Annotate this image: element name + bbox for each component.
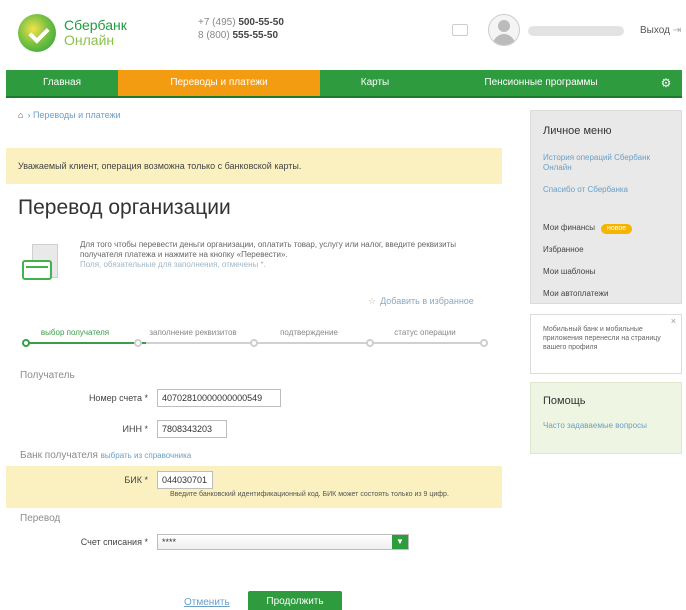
sberbank-logo[interactable]: Сбербанк Онлайн (18, 14, 127, 52)
continue-button[interactable]: Продолжить (248, 591, 342, 610)
intro-description: Для того чтобы перевести деньги организа… (80, 240, 457, 259)
choose-from-directory-link[interactable]: выбрать из справочника (101, 451, 192, 460)
personal-menu: Личное меню История операций Сбербанк Он… (530, 110, 682, 304)
user-name-blurred[interactable] (528, 26, 624, 36)
progress-steps: выбор получателя заполнение реквизитов п… (18, 324, 490, 354)
inn-input[interactable] (157, 420, 227, 438)
logo-line-2: Онлайн (64, 32, 115, 48)
recipient-section-title: Получатель (20, 370, 75, 381)
step-dot (250, 339, 258, 347)
inn-label: ИНН * (122, 424, 149, 434)
bik-label: БИК * (124, 475, 148, 485)
account-number-label: Номер счета * (88, 393, 148, 403)
sidebar-item-favorites[interactable]: Избранное (543, 245, 584, 255)
mobile-bank-notice-text: Мобильный банк и мобильные приложения пе… (543, 326, 661, 351)
sidebar-item-templates[interactable]: Мои шаблоны (543, 267, 595, 277)
breadcrumb-payments[interactable]: Переводы и платежи (33, 110, 121, 120)
required-note: Поля, обязательные для заполнения, отмеч… (80, 260, 266, 269)
bik-input[interactable] (157, 471, 213, 489)
main-nav: Главная Переводы и платежи Карты Пенсион… (6, 70, 682, 98)
settings-gear-icon[interactable]: ⚙ (652, 70, 680, 96)
logout-button[interactable]: Выход ⇥ (640, 25, 681, 36)
breadcrumb: ⌂ › Переводы и платежи (18, 110, 121, 120)
account-number-input[interactable] (157, 389, 281, 407)
header: Сбербанк Онлайн +7 (495) 500-55-50 8 (80… (0, 0, 686, 68)
step-choose-recipient: выбор получателя (40, 328, 110, 337)
step-status: статус операции (394, 328, 456, 337)
personal-menu-title: Личное меню (543, 125, 612, 137)
step-fill-details: заполнение реквизитов (149, 328, 237, 337)
page-title: Перевод организации (18, 196, 231, 219)
debit-account-select[interactable]: **** ▼ (157, 534, 409, 550)
bank-section: Банк получателя выбрать из справочника (20, 450, 191, 461)
home-icon[interactable]: ⌂ (18, 110, 23, 120)
debit-account-label: Счет списания * (80, 537, 148, 547)
new-badge: новое (600, 224, 633, 234)
step-dot (480, 339, 488, 347)
sberbank-logo-icon (18, 14, 56, 52)
nav-item-main[interactable]: Главная (6, 70, 118, 96)
cancel-link[interactable]: Отменить (184, 597, 230, 608)
step-dot (22, 339, 30, 347)
sidebar-item-history[interactable]: История операций Сбербанк Онлайн (543, 153, 673, 173)
step-dot (134, 339, 142, 347)
close-icon[interactable]: × (671, 317, 676, 326)
debit-account-value: **** (162, 537, 177, 547)
nav-item-cards[interactable]: Карты (320, 70, 430, 96)
help-title: Помощь (543, 395, 586, 407)
nav-item-payments[interactable]: Переводы и платежи (118, 70, 320, 96)
card-transfer-icon (22, 244, 70, 292)
user-avatar-icon[interactable] (488, 14, 520, 46)
bik-hint: Введите банковский идентификационный код… (170, 491, 449, 498)
nav-item-pension[interactable]: Пенсионные программы (430, 70, 652, 96)
step-confirm: подтверждение (280, 328, 338, 337)
faq-link[interactable]: Часто задаваемые вопросы (543, 421, 653, 431)
intro-text: Для того чтобы перевести деньги организа… (80, 240, 490, 270)
mobile-bank-notice: × Мобильный банк и мобильные приложения … (530, 314, 682, 374)
logo-line-1: Сбербанк (64, 17, 127, 33)
sidebar-item-thanks[interactable]: Спасибо от Сбербанка (543, 185, 628, 195)
help-panel: Помощь Часто задаваемые вопросы (530, 382, 682, 454)
sidebar-item-finances[interactable]: Мои финансы новое (543, 223, 633, 234)
messages-icon[interactable] (452, 24, 468, 36)
support-phones: +7 (495) 500-55-50 8 (800) 555-55-50 (198, 16, 284, 42)
warning-banner: Уважаемый клиент, операция возможна толь… (6, 148, 502, 184)
step-dot (366, 339, 374, 347)
bank-section-title: Банк получателя (20, 450, 98, 461)
phone-1: +7 (495) 500-55-50 (198, 17, 284, 28)
add-to-favorites-link[interactable]: ☆ Добавить в избранное (368, 296, 474, 307)
chevron-down-icon[interactable]: ▼ (392, 535, 408, 549)
phone-2: 8 (800) 555-55-50 (198, 30, 279, 41)
logout-arrow-icon: ⇥ (672, 25, 682, 36)
sidebar-item-autopayments[interactable]: Мои автоплатежи (543, 289, 608, 299)
bik-row (6, 466, 502, 508)
transfer-section-title: Перевод (20, 513, 61, 524)
star-icon: ☆ (368, 296, 377, 306)
